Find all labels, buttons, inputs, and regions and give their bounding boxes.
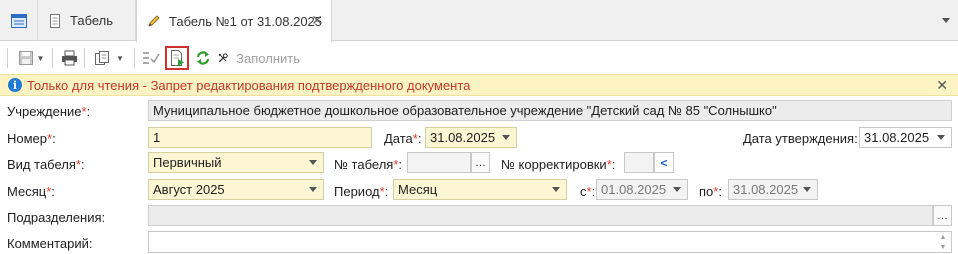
comment-label: Комментарий: [7,236,93,251]
timesheet-type-value: Первичный [153,155,222,170]
timesheet-number-browse-button[interactable]: … [471,152,490,173]
correction-prev-button[interactable]: < [654,152,674,173]
institution-label: Учреждение*: [7,104,91,119]
print-icon [61,50,77,66]
period-value: Месяц [398,182,438,197]
toolbar-separator [7,48,8,68]
refresh-icon [196,51,210,65]
toolbar-separator [134,48,135,68]
checklist-icon [143,52,160,64]
date-field[interactable]: 31.08.2025 [425,127,517,148]
export-document-icon [171,49,184,66]
chevron-down-icon[interactable] [552,187,560,192]
timesheet-number-field[interactable] [407,152,471,173]
chevron-down-icon: ▼ [116,53,124,63]
toolbar-separator [84,48,85,68]
readonly-info-bar: i Только для чтения - Запрет редактирова… [0,74,958,96]
chevron-down-icon: ▼ [36,53,45,63]
month-value: Август 2025 [153,182,225,197]
chevron-down-icon[interactable] [940,14,952,26]
from-date-field[interactable]: 01.08.2025 [596,179,688,200]
subdivisions-field[interactable] [148,205,933,226]
document-icon [50,13,60,28]
subdivisions-browse-button[interactable]: … [933,205,952,226]
comment-field[interactable]: ▲ ▼ [148,231,952,253]
copy-icon [95,51,110,65]
subdivisions-label: Подразделения: [7,210,106,225]
correction-number-label: № корректировки*: [501,157,616,172]
window-icon [10,13,27,28]
tab-timesheet[interactable]: Табель [37,0,136,41]
chevron-down-icon[interactable] [309,187,317,192]
fill-button[interactable]: Заполнить [218,46,300,70]
chevron-down-icon[interactable] [673,187,681,192]
scroll-down-icon[interactable]: ▼ [937,243,949,252]
home-tab[interactable] [0,0,37,41]
to-date-value: 31.08.2025 [733,182,799,197]
close-icon[interactable]: ✕ [936,77,948,94]
checklist-button[interactable] [140,46,162,70]
approval-date-label: Дата утверждения: [743,131,858,146]
info-message: Только для чтения - Запрет редактировани… [27,77,471,93]
chevron-down-icon[interactable] [803,187,811,192]
tab-label: Табель №1 от 31.08.2025 [169,13,323,29]
to-label: по*: [699,184,722,199]
copy-button[interactable]: ▼ [90,46,128,70]
scroll-up-icon[interactable]: ▲ [937,233,949,242]
chevron-down-icon[interactable] [937,135,945,140]
month-label: Месяц*: [7,184,55,199]
close-icon[interactable]: ✕ [311,12,323,29]
number-label: Номер*: [7,131,56,146]
toolbar-separator [52,48,53,68]
period-select[interactable]: Месяц [393,179,567,200]
save-icon [18,51,33,65]
correction-number-field[interactable] [624,152,654,173]
period-label: Период*: [334,184,389,199]
chevron-down-icon[interactable] [309,160,317,165]
tab-timesheet-1[interactable]: Табель №1 от 31.08.2025 ✕ [136,0,332,42]
from-date-value: 01.08.2025 [601,182,667,197]
save-button[interactable]: ▼ [14,46,48,70]
refresh-button[interactable] [193,46,213,70]
institution-value: Муниципальное бюджетное дошкольное образ… [153,103,777,118]
chevron-down-icon[interactable] [502,135,510,140]
timesheet-type-select[interactable]: Первичный [148,152,324,173]
number-value: 1 [153,130,161,145]
print-button[interactable] [58,46,80,70]
to-date-field[interactable]: 31.08.2025 [728,179,818,200]
tools-icon [218,53,228,63]
date-value: 31.08.2025 [430,130,496,145]
timesheet-number-label: № табеля*: [334,157,403,172]
pencil-icon [148,15,160,27]
info-icon: i [8,78,22,92]
export-document-button[interactable] [165,46,189,70]
date-label: Дата*: [384,131,422,146]
institution-field[interactable]: Муниципальное бюджетное дошкольное образ… [148,100,952,121]
approval-date-value: 31.08.2025 [864,130,930,145]
fill-label: Заполнить [236,50,300,66]
tab-label: Табель [70,13,114,28]
timesheet-type-label: Вид табеля*: [7,157,85,172]
from-label: с*: [580,184,596,199]
month-select[interactable]: Август 2025 [148,179,324,200]
approval-date-field[interactable]: 31.08.2025 [859,127,952,148]
number-field[interactable]: 1 [148,127,372,148]
